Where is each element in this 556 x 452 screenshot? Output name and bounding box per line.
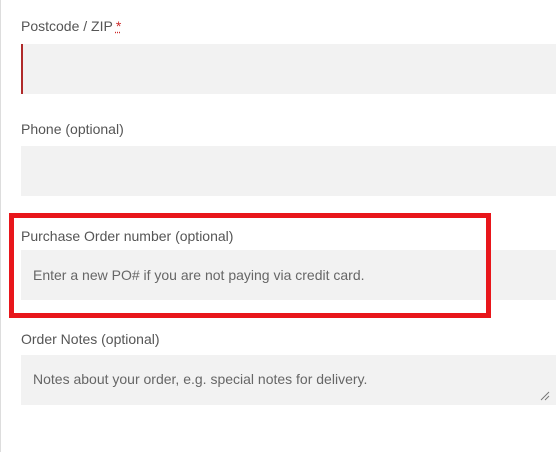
postcode-input[interactable] xyxy=(21,44,556,94)
order-notes-textarea[interactable]: Notes about your order, e.g. special not… xyxy=(21,355,556,405)
order-notes-placeholder: Notes about your order, e.g. special not… xyxy=(33,371,368,387)
form-left-border xyxy=(0,0,1,452)
required-indicator: * xyxy=(115,18,122,34)
purchase-order-placeholder: Enter a new PO# if you are not paying vi… xyxy=(33,267,365,283)
phone-label: Phone (optional) xyxy=(21,121,124,137)
postcode-label-text: Postcode / ZIP xyxy=(21,18,113,34)
purchase-order-label: Purchase Order number (optional) xyxy=(21,228,234,244)
phone-input[interactable] xyxy=(21,146,556,196)
postcode-label: Postcode / ZIP * xyxy=(21,17,121,35)
purchase-order-input[interactable]: Enter a new PO# if you are not paying vi… xyxy=(21,250,556,300)
resize-handle-icon[interactable] xyxy=(540,391,550,401)
order-notes-label: Order Notes (optional) xyxy=(21,331,160,347)
